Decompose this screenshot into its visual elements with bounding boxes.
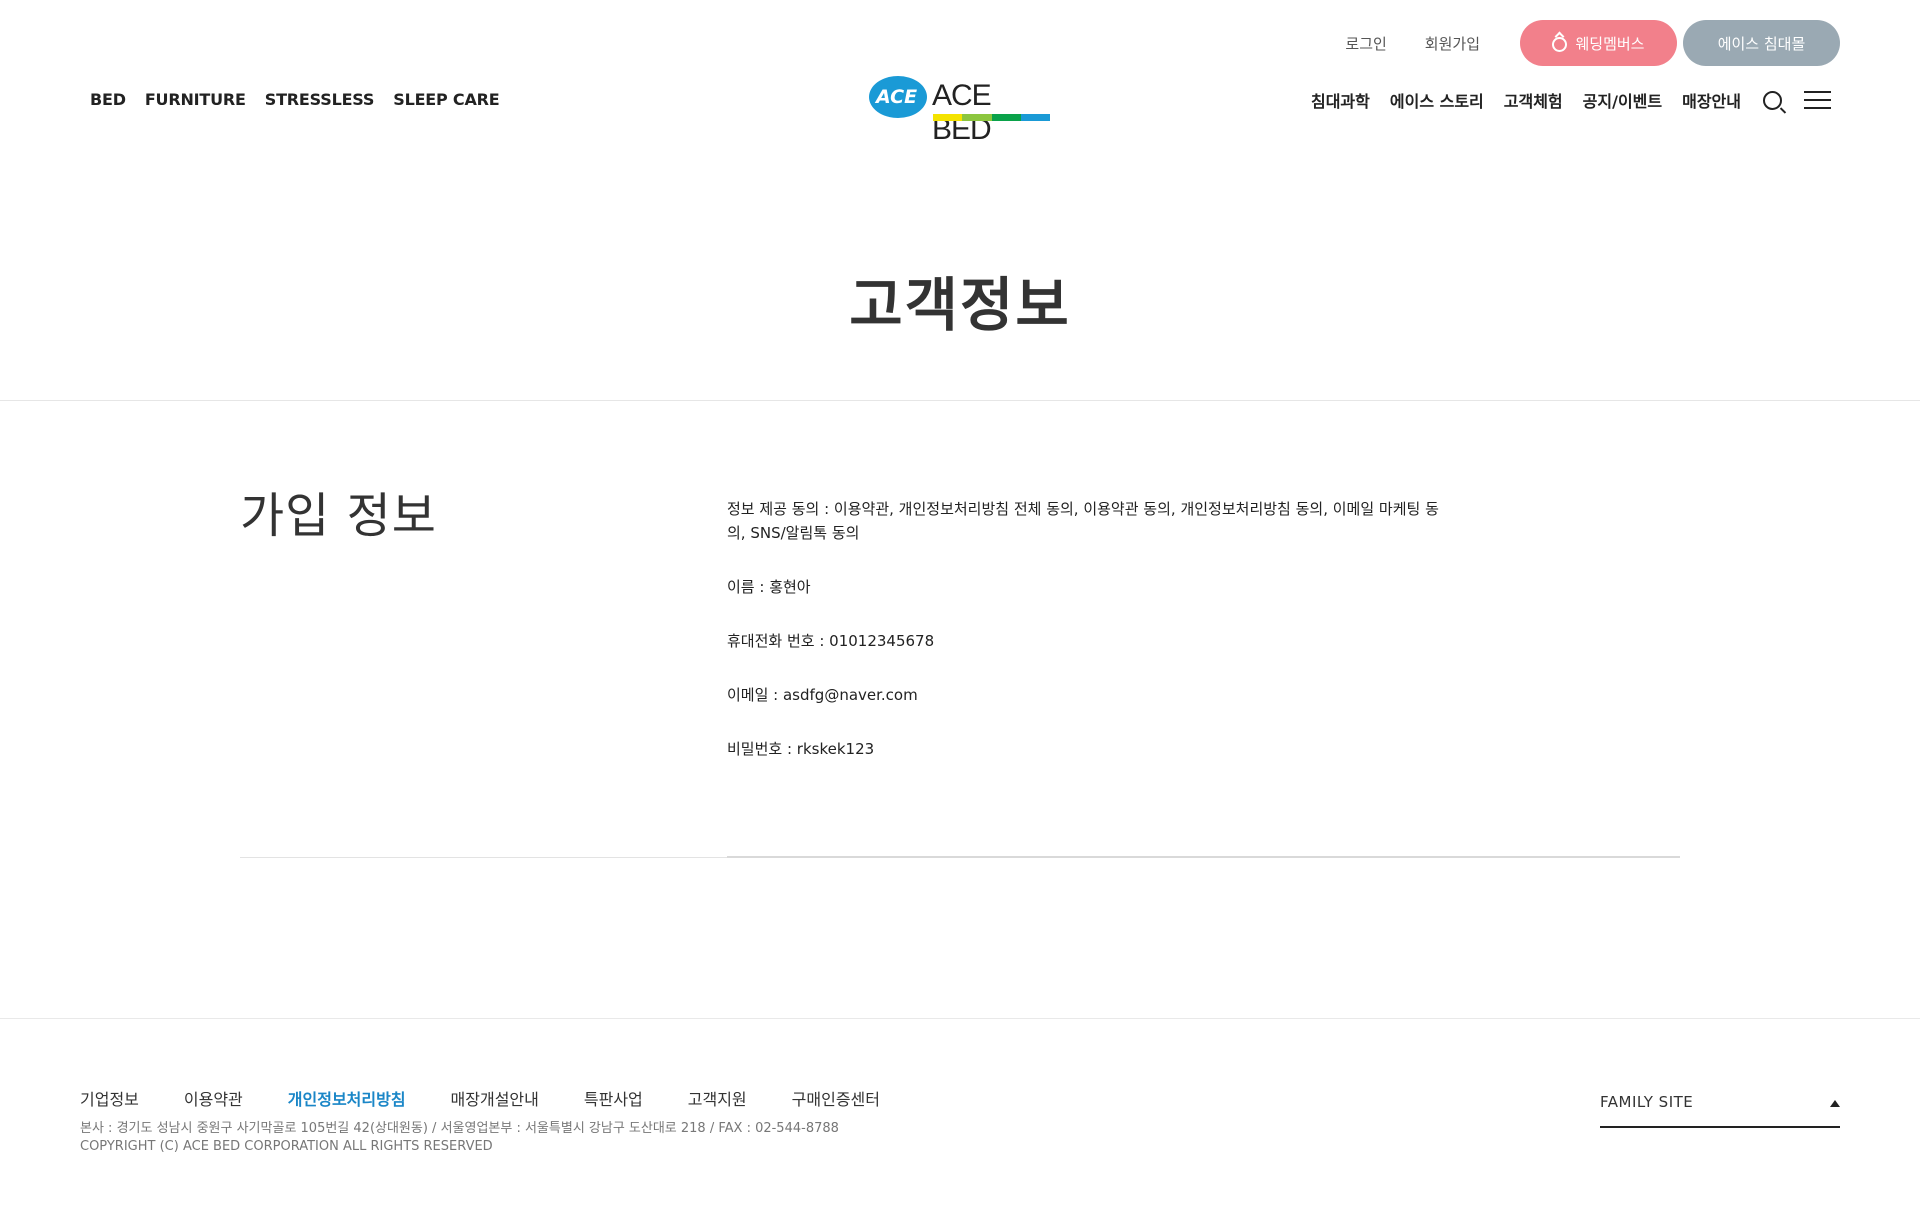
footer-store-opening[interactable]: 매장개설안내	[451, 1086, 539, 1110]
logo-mark: ACE	[869, 76, 927, 118]
ace-bed-mall-button[interactable]: 에이스 침대몰	[1683, 20, 1840, 66]
nav-bed-science[interactable]: 침대과학	[1311, 88, 1370, 112]
footer-nav: 기업정보 이용약관 개인정보처리방침 매장개설안내 특판사업 고객지원 구매인증…	[80, 1086, 925, 1110]
footer-privacy-policy[interactable]: 개인정보처리방침	[288, 1086, 406, 1110]
consent-info: 정보 제공 동의 : 이용약관, 개인정보처리방침 전체 동의, 이용약관 동의…	[727, 500, 1439, 542]
wedding-members-button[interactable]: 웨딩멤버스	[1520, 20, 1677, 66]
title-divider	[0, 400, 1920, 401]
login-link[interactable]: 로그인	[1345, 33, 1386, 54]
family-site-label: FAMILY SITE	[1600, 1093, 1694, 1111]
nav-stressless[interactable]: STRESSLESS	[265, 90, 375, 109]
hamburger-menu-icon[interactable]	[1804, 91, 1831, 109]
footer-special-sales[interactable]: 특판사업	[584, 1086, 643, 1110]
phone-info: 휴대전화 번호 : 01012345678	[727, 632, 935, 650]
nav-furniture[interactable]: FURNITURE	[145, 90, 246, 109]
product-nav: BED FURNITURE STRESSLESS SLEEP CARE	[90, 90, 519, 109]
section-divider-left	[240, 857, 727, 858]
nav-sleep-care[interactable]: SLEEP CARE	[393, 90, 499, 109]
ace-bed-logo[interactable]: ACE ACE BED	[869, 76, 1051, 146]
footer-divider	[0, 1018, 1920, 1019]
footer-copyright: COPYRIGHT (C) ACE BED CORPORATION ALL RI…	[80, 1139, 493, 1154]
signup-link[interactable]: 회원가입	[1425, 33, 1480, 54]
utility-bar: 로그인 회원가입 웨딩멤버스 에이스 침대몰	[1345, 20, 1840, 66]
member-info: 정보 제공 동의 : 이용약관, 개인정보처리방침 전체 동의, 이용약관 동의…	[727, 497, 1457, 791]
caret-up-icon	[1830, 1100, 1840, 1107]
logo-wordmark: ACE BED	[932, 79, 992, 146]
ring-icon	[1552, 36, 1568, 52]
site-header: 로그인 회원가입 웨딩멤버스 에이스 침대몰 BED FURNITURE STR…	[0, 0, 1920, 150]
logo-color-bar	[933, 114, 1050, 121]
nav-ace-story[interactable]: 에이스 스토리	[1390, 88, 1484, 112]
page-title: 고객정보	[849, 271, 1071, 339]
logo-mark-text: ACE	[876, 86, 918, 108]
search-icon[interactable]	[1763, 90, 1782, 110]
name-info: 이름 : 홍현아	[727, 578, 811, 596]
section-divider-right	[727, 856, 1680, 858]
footer-customer-support[interactable]: 고객지원	[688, 1086, 747, 1110]
nav-experience[interactable]: 고객체험	[1504, 88, 1563, 112]
password-info: 비밀번호 : rkskek123	[727, 740, 875, 758]
footer-terms[interactable]: 이용약관	[184, 1086, 243, 1110]
email-info: 이메일 : asdfg@naver.com	[727, 686, 918, 704]
footer-company-info[interactable]: 기업정보	[80, 1086, 139, 1110]
main-nav: 침대과학 에이스 스토리 고객체험 공지/이벤트 매장안내	[1291, 88, 1831, 112]
nav-bed[interactable]: BED	[90, 90, 126, 109]
nav-store-info[interactable]: 매장안내	[1682, 88, 1741, 112]
footer-address: 본사 : 경기도 성남시 중원구 사기막골로 105번길 42(상대원동) / …	[80, 1121, 839, 1136]
section-title: 가입 정보	[240, 488, 437, 544]
wedding-members-label: 웨딩멤버스	[1575, 34, 1645, 53]
family-site-select[interactable]: FAMILY SITE	[1600, 1092, 1840, 1128]
footer-purchase-verification[interactable]: 구매인증센터	[792, 1086, 880, 1110]
ace-bed-mall-label: 에이스 침대몰	[1717, 34, 1806, 53]
nav-notice-event[interactable]: 공지/이벤트	[1583, 88, 1662, 112]
